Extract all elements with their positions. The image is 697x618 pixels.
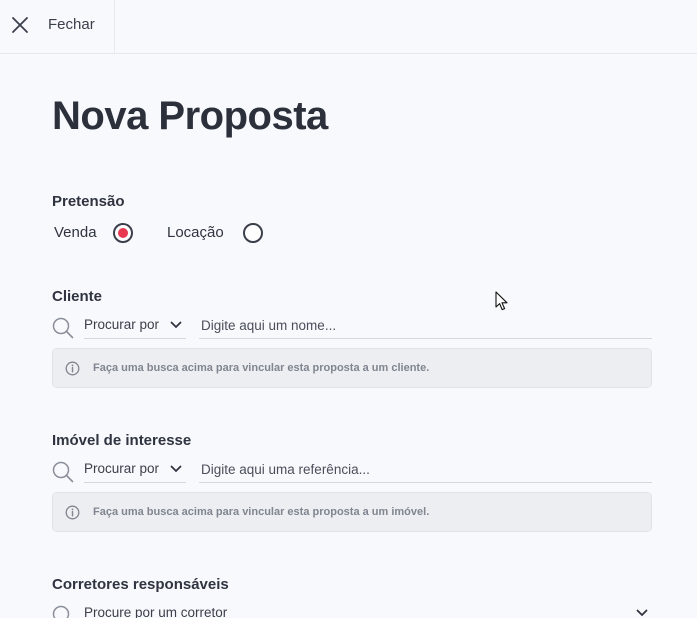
top-bar: Fechar bbox=[0, 0, 697, 54]
imovel-label: Imóvel de interesse bbox=[52, 432, 192, 449]
cliente-search-row: Procurar por bbox=[52, 313, 652, 339]
imovel-search-by-select[interactable]: Procurar por bbox=[84, 457, 186, 483]
search-icon bbox=[52, 317, 74, 339]
venda-label: Venda bbox=[54, 224, 97, 241]
imovel-info-text: Faça uma busca acima para vincular esta … bbox=[93, 506, 430, 518]
imovel-info-box: Faça uma busca acima para vincular esta … bbox=[52, 492, 652, 532]
cliente-info-text: Faça uma busca acima para vincular esta … bbox=[93, 362, 430, 374]
info-icon bbox=[65, 361, 80, 376]
imovel-search-row: Procurar por bbox=[52, 457, 652, 483]
page-title: Nova Proposta bbox=[52, 94, 328, 138]
close-label: Fechar bbox=[48, 16, 95, 33]
cliente-search-by-select[interactable]: Procurar por bbox=[84, 313, 186, 339]
chevron-down-icon bbox=[170, 465, 182, 472]
pretensao-label: Pretensão bbox=[52, 193, 125, 210]
imovel-search-by-label: Procurar por bbox=[84, 461, 160, 476]
cliente-search-input[interactable] bbox=[199, 313, 652, 339]
cliente-search-by-label: Procurar por bbox=[84, 317, 160, 332]
info-icon bbox=[65, 505, 80, 520]
locacao-label: Locação bbox=[167, 224, 224, 241]
cliente-info-box: Faça uma busca acima para vincular esta … bbox=[52, 348, 652, 388]
close-icon bbox=[12, 17, 28, 33]
corretores-label: Corretores responsáveis bbox=[52, 576, 229, 593]
cliente-label: Cliente bbox=[52, 288, 103, 305]
corretor-select[interactable]: Procure por um corretor bbox=[52, 602, 652, 618]
corretor-placeholder: Procure por um corretor bbox=[84, 605, 228, 618]
venda-radio[interactable] bbox=[113, 223, 133, 243]
mouse-cursor-icon bbox=[495, 291, 508, 311]
chevron-down-icon bbox=[636, 609, 648, 616]
search-icon bbox=[52, 461, 74, 483]
imovel-search-input[interactable] bbox=[199, 457, 652, 483]
chevron-down-icon bbox=[170, 321, 182, 328]
close-button[interactable]: Fechar bbox=[0, 0, 115, 53]
search-icon bbox=[52, 605, 70, 618]
locacao-radio[interactable] bbox=[243, 223, 263, 243]
